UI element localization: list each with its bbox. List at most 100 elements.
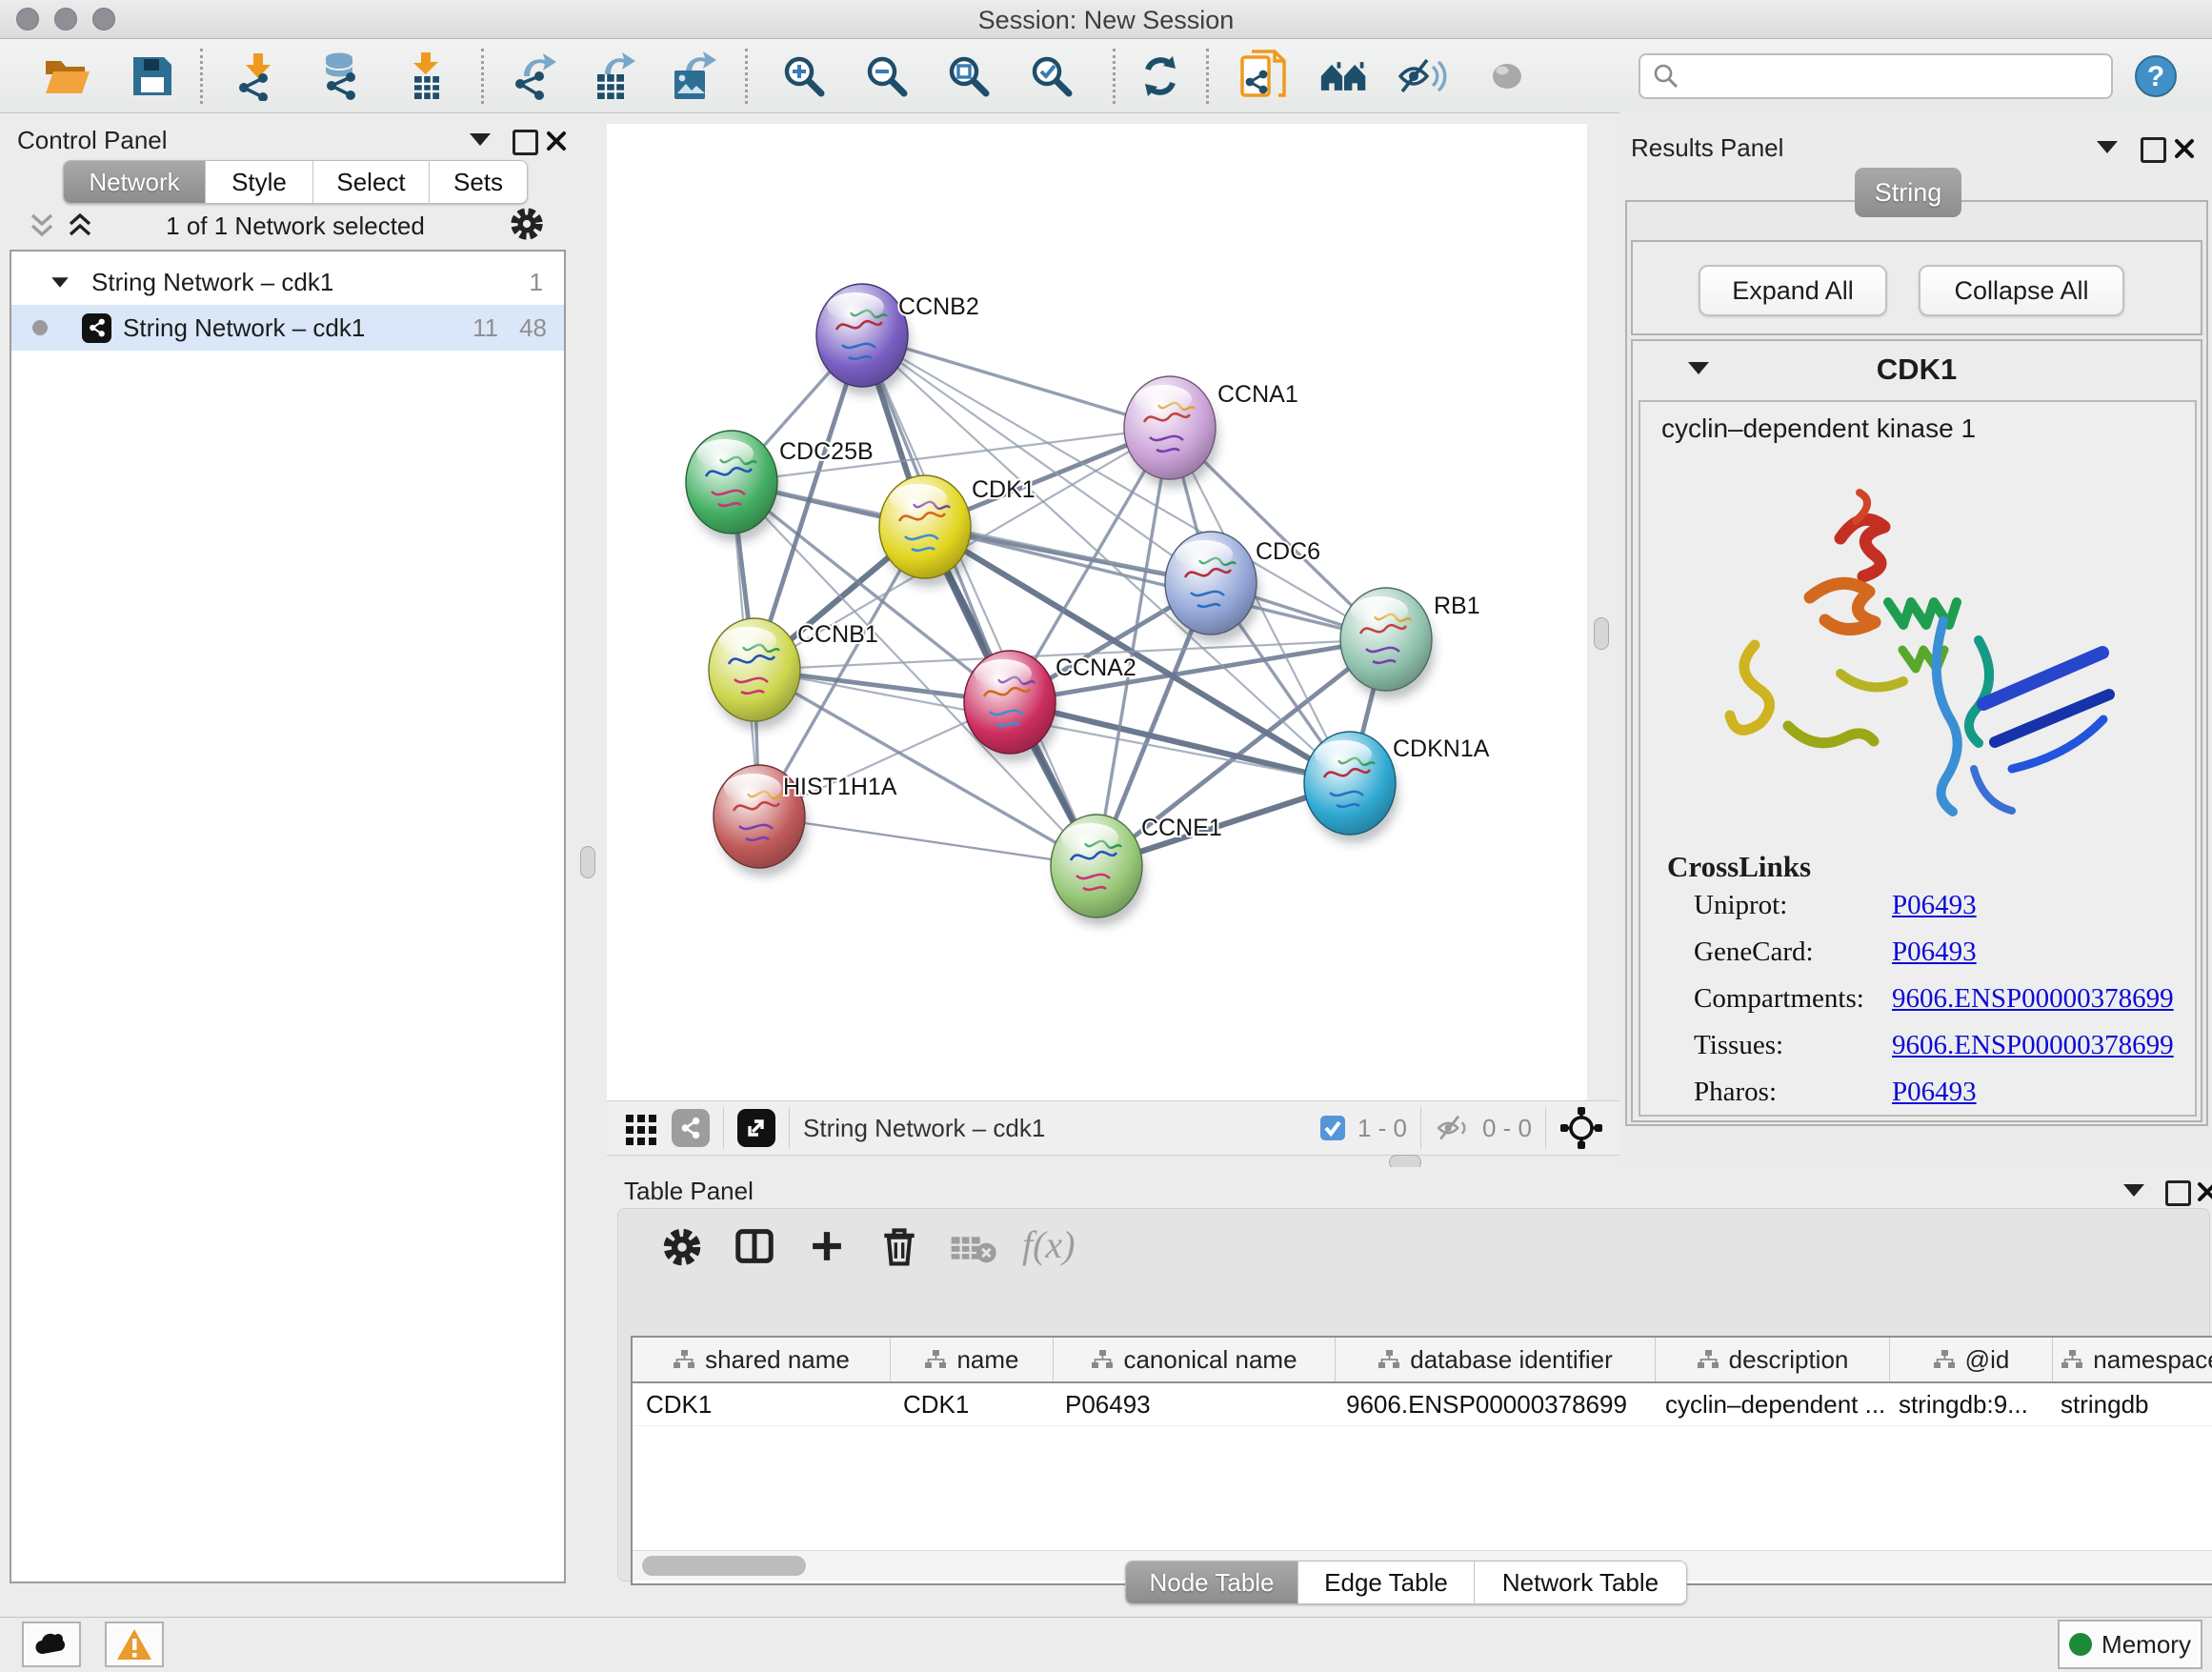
network-options-gear-icon[interactable] xyxy=(509,206,545,242)
tab-style[interactable]: Style xyxy=(206,161,313,203)
node-CCNE1[interactable]: CCNE1 xyxy=(1051,815,1222,926)
expand-all-button[interactable]: Expand All xyxy=(1699,265,1887,316)
node-CCNA1[interactable]: CCNA1 xyxy=(1124,376,1298,488)
results-panel-float-icon[interactable] xyxy=(2141,137,2166,163)
table-cell[interactable]: stringdb xyxy=(2047,1390,2212,1420)
new-network-from-selection-button[interactable] xyxy=(1238,52,1288,100)
grid-view-icon[interactable] xyxy=(624,1111,658,1145)
control-panel-float-icon[interactable] xyxy=(513,130,538,155)
warnings-button[interactable] xyxy=(105,1622,164,1667)
tab-select[interactable]: Select xyxy=(313,161,430,203)
node-HIST1H1A[interactable]: HIST1H1A xyxy=(714,765,897,876)
crosslink-value-link[interactable]: 9606.ENSP00000378699 xyxy=(1892,1030,2174,1061)
import-network-button[interactable] xyxy=(234,52,284,100)
cloud-button[interactable] xyxy=(22,1622,81,1667)
create-column-plus-icon[interactable] xyxy=(807,1226,847,1266)
column-header-namespace[interactable]: namespace xyxy=(2053,1338,2212,1381)
column-header--id[interactable]: @id xyxy=(1890,1338,2053,1381)
zoom-selected-button[interactable] xyxy=(1027,52,1076,100)
table-options-gear-icon[interactable] xyxy=(661,1226,703,1268)
birds-eye-view-icon[interactable] xyxy=(1559,1106,1603,1150)
column-header-database-identifier[interactable]: database identifier xyxy=(1336,1338,1656,1381)
table-cell[interactable]: P06493 xyxy=(1052,1390,1333,1420)
tab-sets[interactable]: Sets xyxy=(430,161,527,203)
help-button[interactable]: ? xyxy=(2134,54,2178,103)
node-CDKN1A[interactable]: CDKN1A xyxy=(1304,732,1490,843)
table-header-row: shared namenamecanonical namedatabase id… xyxy=(633,1338,2212,1383)
crosslink-value-link[interactable]: P06493 xyxy=(1892,890,1977,921)
node-RB1[interactable]: RB1 xyxy=(1340,588,1480,699)
home-networks-button[interactable] xyxy=(1319,52,1369,100)
tab-network-table[interactable]: Network Table xyxy=(1475,1561,1686,1603)
scrollbar-thumb[interactable] xyxy=(642,1556,806,1576)
table-cell[interactable]: CDK1 xyxy=(890,1390,1052,1420)
crosslink-value-link[interactable]: P06493 xyxy=(1892,937,1977,968)
table-cell[interactable]: CDK1 xyxy=(633,1390,890,1420)
export-network-button[interactable] xyxy=(511,52,560,100)
zoom-fit-button[interactable] xyxy=(944,52,994,100)
control-panel-close-icon[interactable] xyxy=(545,130,568,152)
table-cell[interactable]: stringdb:9... xyxy=(1885,1390,2047,1420)
memory-button[interactable]: Memory xyxy=(2058,1620,2202,1669)
node-CDK1[interactable]: CDK1 xyxy=(879,475,1036,587)
import-network-from-database-button[interactable] xyxy=(318,52,368,100)
network-collection-row[interactable]: String Network – cdk1 1 xyxy=(11,259,564,305)
network-canvas[interactable]: CCNB2CCNA1CDC25BCDK1CDC6RB1CCNB1CCNA2CDK… xyxy=(607,124,1587,1100)
crosslink-value-link[interactable]: 9606.ENSP00000378699 xyxy=(1892,983,2174,1015)
network-share-view-icon[interactable] xyxy=(672,1109,710,1147)
expand-all-chevrons-icon[interactable] xyxy=(63,210,97,240)
edge-CCNE1-CCNB2[interactable] xyxy=(862,335,1096,866)
collapse-all-chevrons-icon[interactable] xyxy=(25,210,59,240)
delete-column-trash-icon[interactable] xyxy=(877,1223,921,1269)
network-row[interactable]: String Network – cdk1 11 48 xyxy=(11,305,564,351)
tab-edge-table[interactable]: Edge Table xyxy=(1298,1561,1475,1603)
selected-checkbox-icon[interactable] xyxy=(1319,1115,1346,1141)
export-table-button[interactable] xyxy=(590,52,639,100)
protein-section: CDK1 cyclin–dependent kinase 1 xyxy=(1631,339,2202,1122)
zoom-out-button[interactable] xyxy=(862,52,912,100)
results-panel-close-icon[interactable] xyxy=(2173,137,2196,160)
left-splitter-grip[interactable] xyxy=(580,846,595,878)
node-table[interactable]: shared namenamecanonical namedatabase id… xyxy=(631,1336,2212,1585)
tab-network[interactable]: Network xyxy=(64,161,206,203)
table-cell[interactable]: cyclin–dependent ... xyxy=(1652,1390,1885,1420)
crosslink-value-link[interactable]: P06493 xyxy=(1892,1077,1977,1108)
import-table-button[interactable] xyxy=(402,52,452,100)
show-all-button[interactable] xyxy=(1482,52,1532,100)
zoom-in-button[interactable] xyxy=(779,52,829,100)
node-label-CCNE1: CCNE1 xyxy=(1141,815,1222,841)
refresh-button[interactable] xyxy=(1136,52,1185,100)
search-input[interactable] xyxy=(1688,61,2111,92)
table-panel-menu-icon[interactable] xyxy=(2123,1184,2144,1197)
node-CCNA2[interactable]: CCNA2 xyxy=(964,651,1136,762)
control-panel-menu-icon[interactable] xyxy=(470,133,491,146)
network-node-count: 11 xyxy=(473,313,498,343)
open-session-button[interactable] xyxy=(42,52,91,100)
tab-node-table[interactable]: Node Table xyxy=(1126,1561,1298,1603)
collapse-all-button[interactable]: Collapse All xyxy=(1919,265,2124,316)
export-image-button[interactable] xyxy=(669,52,718,100)
edge-HIST1H1A-CCNE1[interactable] xyxy=(759,816,1096,866)
collection-collapse-icon[interactable] xyxy=(51,277,69,287)
network-graph[interactable]: CCNB2CCNA1CDC25BCDK1CDC6RB1CCNB1CCNA2CDK… xyxy=(607,124,1587,1100)
hide-selected-button[interactable] xyxy=(1398,52,1448,100)
column-header-shared-name[interactable]: shared name xyxy=(633,1338,891,1381)
column-header-description[interactable]: description xyxy=(1656,1338,1890,1381)
right-splitter-grip[interactable] xyxy=(1594,617,1609,650)
column-header-canonical-name[interactable]: canonical name xyxy=(1054,1338,1336,1381)
table-cell[interactable]: 9606.ENSP00000378699 xyxy=(1333,1390,1652,1420)
node-CDC25B[interactable]: CDC25B xyxy=(686,431,874,542)
show-columns-icon[interactable] xyxy=(733,1224,776,1268)
table-row[interactable]: CDK1CDK1P064939606.ENSP00000378699cyclin… xyxy=(633,1383,2212,1426)
node-CCNB2[interactable]: CCNB2 xyxy=(816,284,979,395)
save-session-button[interactable] xyxy=(128,52,177,100)
table-panel-float-icon[interactable] xyxy=(2165,1180,2191,1206)
edge-CCNA2-CDKN1A[interactable] xyxy=(1010,702,1350,783)
tab-string[interactable]: String xyxy=(1855,168,1961,217)
svg-text:?: ? xyxy=(2147,61,2164,92)
table-panel-close-icon[interactable] xyxy=(2196,1180,2212,1203)
help-icon: ? xyxy=(2134,54,2178,98)
detach-view-icon[interactable] xyxy=(737,1109,775,1147)
results-panel-menu-icon[interactable] xyxy=(2097,141,2118,153)
column-header-name[interactable]: name xyxy=(891,1338,1054,1381)
